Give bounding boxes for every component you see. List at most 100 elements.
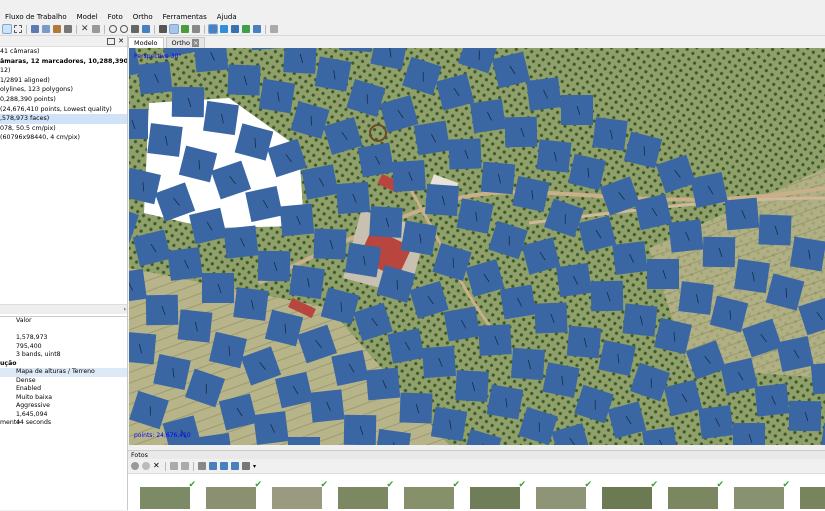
camera-footprint[interactable] [455,370,489,402]
float-pane-icon[interactable] [107,38,115,45]
camera-footprint[interactable] [647,259,679,289]
view-dropdown-icon[interactable]: ▾ [253,463,256,470]
workspace-item-1[interactable]: âmaras, 12 marcadores, 10,288,390 points… [0,57,127,67]
camera-footprint[interactable] [172,87,205,118]
camera-footprint[interactable] [399,392,432,423]
move-object-icon[interactable] [31,25,39,33]
dem-display-icon[interactable] [253,25,261,33]
camera-footprint[interactable] [612,241,647,275]
workspace-item-4[interactable]: olylines, 123 polygons) [0,85,127,95]
camera-footprint[interactable] [623,303,658,336]
print-icon[interactable] [270,25,278,33]
property-row-5[interactable]: Mapa de alturas / Terreno [0,368,127,377]
camera-footprint[interactable] [481,162,515,195]
reset-filter-icon[interactable] [198,462,206,470]
camera-footprint[interactable] [227,64,260,95]
camera-footprint[interactable] [703,237,736,268]
menu-item-1[interactable]: Model [72,12,103,23]
camera-footprint[interactable] [755,383,790,416]
camera-footprint[interactable] [526,77,561,111]
workspace-item-3[interactable]: 1/2891 aligned) [0,76,127,86]
workspace-item-0[interactable]: 41 câmaras) [0,47,127,57]
rotate-object-icon[interactable] [42,25,50,33]
camera-footprint[interactable] [202,273,234,303]
orthomosaic-display-icon[interactable] [242,25,250,33]
camera-footprint[interactable] [345,243,381,278]
camera-footprint[interactable] [500,285,536,320]
camera-footprint[interactable] [537,139,572,172]
camera-footprint[interactable] [456,198,493,234]
camera-footprint[interactable] [487,384,524,419]
camera-footprint[interactable] [733,423,765,445]
camera-footprint[interactable] [734,259,770,293]
camera-footprint[interactable] [167,247,202,281]
rotate-right-icon[interactable] [181,462,189,470]
camera-footprint[interactable] [369,206,403,238]
pan-icon[interactable] [131,25,139,33]
workspace-item-6[interactable]: (24,676,410 points, Lowest quality) [0,105,127,115]
property-row-1[interactable]: 1,578,973 [0,334,127,343]
camera-footprint[interactable] [315,56,352,91]
camera-footprint[interactable] [414,121,450,156]
property-row-10[interactable]: 1,645,094 [0,411,127,420]
delete-icon[interactable]: ✕ [81,25,89,33]
camera-footprint[interactable] [401,220,438,255]
camera-footprint[interactable] [790,237,825,272]
photo-thumbnail[interactable]: ✔ [338,487,388,509]
camera-footprint[interactable] [470,99,506,133]
photo-thumbnail[interactable]: ✔ [800,487,825,509]
photo-thumbnail[interactable]: ✔ [140,487,190,509]
menu-item-4[interactable]: Ferramentas [158,12,212,23]
shaded-model-icon[interactable] [192,25,200,33]
rotate-left-icon[interactable] [170,462,178,470]
photo-thumbnail[interactable]: ✔ [206,487,256,509]
camera-footprint[interactable] [253,411,288,445]
menu-item-2[interactable]: Foto [103,12,128,23]
photo-thumbnail[interactable]: ✔ [272,487,322,509]
reset-view-icon[interactable] [142,25,150,33]
thumbnail-view-icon[interactable] [242,462,250,470]
property-row-3[interactable]: 3 bands, uint8 [0,351,127,360]
navigation-icon[interactable] [3,25,11,33]
photo-thumbnail[interactable]: ✔ [668,487,718,509]
camera-footprint[interactable] [310,389,345,422]
camera-footprint[interactable] [280,204,314,237]
camera-footprint[interactable] [233,287,268,321]
camera-footprint[interactable] [448,138,481,169]
property-row-9[interactable]: Aggressive [0,402,127,411]
photo-thumbnail[interactable]: ✔ [404,487,454,509]
camera-footprint[interactable] [669,219,704,252]
camera-footprint[interactable] [392,160,426,192]
photo-thumbnail[interactable]: ✔ [536,487,586,509]
model-viewport[interactable]: Perspective 30° points: 24,676,410 [129,48,825,445]
camera-footprint[interactable] [425,184,459,216]
camera-footprint[interactable] [358,142,395,177]
camera-footprint[interactable] [567,326,601,359]
disable-photo-icon[interactable] [142,462,150,470]
camera-footprint[interactable] [725,198,759,231]
camera-footprint[interactable] [129,109,148,139]
workspace-horizontal-scrollbar[interactable]: › [0,304,127,314]
camera-footprint[interactable] [224,225,259,258]
camera-footprint[interactable] [534,302,567,333]
camera-footprint[interactable] [313,228,346,259]
camera-footprint[interactable] [147,123,182,157]
tab-ortho[interactable]: Ortho × [166,37,206,48]
camera-footprint[interactable] [591,281,624,312]
close-tab-icon[interactable]: × [192,39,199,47]
crop-icon[interactable] [92,25,100,33]
property-row-4[interactable]: ução [0,360,127,369]
property-row-0[interactable] [0,326,127,335]
camera-footprint[interactable] [505,117,538,148]
property-row-7[interactable]: Enabled [0,385,127,394]
camera-footprint[interactable] [194,48,228,72]
cameras-display-icon[interactable] [209,25,217,33]
camera-footprint[interactable] [422,346,456,378]
camera-footprint[interactable] [129,332,156,365]
workspace-item-8[interactable]: 078, 50.5 cm/pix) [0,124,127,134]
camera-footprint[interactable] [288,437,320,445]
camera-footprint[interactable] [336,182,370,214]
camera-footprint[interactable] [758,214,791,245]
filter-by-selection-icon[interactable] [209,462,217,470]
menu-item-0[interactable]: Fluxo de Trabalho [0,12,72,23]
